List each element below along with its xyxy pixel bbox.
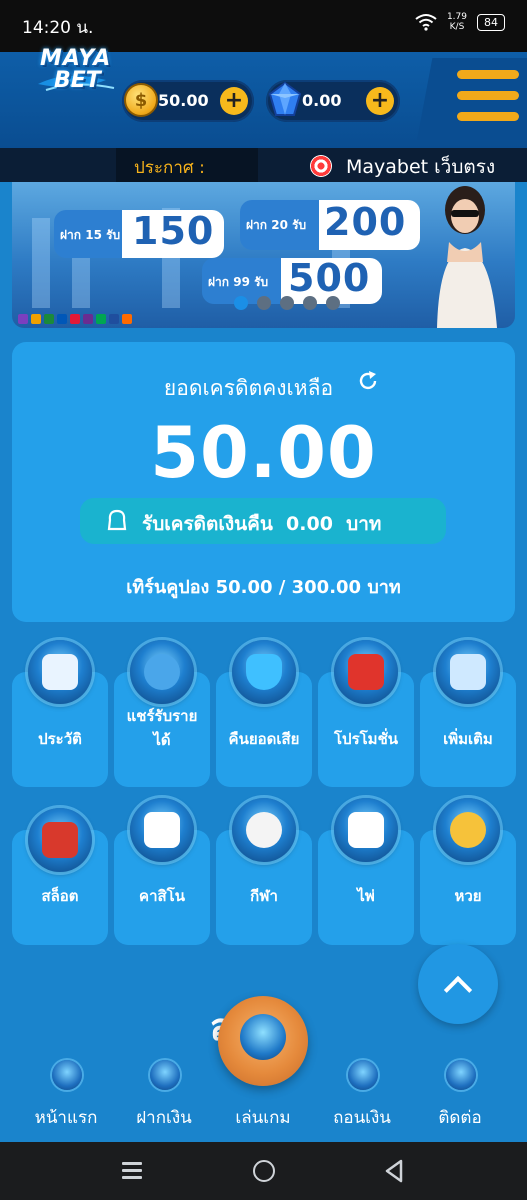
- gem-balance-pill[interactable]: 0.00 +: [266, 80, 400, 122]
- menu-tile-label: สล็อต: [41, 887, 79, 905]
- network-speed-value: 1.79: [446, 12, 467, 22]
- offer-bonus-value: 500: [288, 256, 371, 300]
- gem-balance-value: 0.00: [302, 91, 342, 110]
- target-icon: [310, 155, 332, 177]
- credit-title: ยอดเครดิตคงเหลือ: [163, 376, 334, 400]
- coupon-turnover: เทิร์นคูปอง 50.00 / 300.00 บาท: [126, 577, 401, 598]
- menu-tile-label-line2: ได้: [153, 731, 171, 749]
- hamburger-menu-icon[interactable]: [457, 70, 519, 122]
- network-speed: 1.79 K/S: [447, 12, 467, 32]
- status-right: 1.79 K/S 84: [415, 12, 505, 32]
- offer-deposit-label: ฝาก 20 รับ: [246, 218, 307, 232]
- offer-200: ฝาก 20 รับ 200: [240, 200, 420, 250]
- logo-text-bet: BET: [54, 68, 101, 93]
- play-game-icon[interactable]: [218, 996, 308, 1086]
- cashback-label: รับเครดิตเงินคืน: [142, 513, 273, 535]
- share-income-icon: [130, 640, 194, 704]
- recent-apps-icon[interactable]: [122, 1162, 142, 1180]
- cashback-unit: บาท: [346, 513, 382, 535]
- battery-indicator: 84: [477, 13, 505, 31]
- announcement-text: Mayabet เว็บตรง: [346, 156, 496, 178]
- system-nav-bar: [0, 1142, 527, 1200]
- offer-deposit-label: ฝาก 99 รับ: [208, 275, 269, 289]
- menu-tile-label: กีฬา: [250, 887, 278, 905]
- nav-withdraw[interactable]: ถอนเงิน: [312, 1046, 412, 1142]
- add-gem-button[interactable]: +: [366, 87, 394, 115]
- coin-balance-pill[interactable]: $ 50.00 +: [122, 80, 254, 122]
- sports-ball-icon: [232, 798, 296, 862]
- pagination-dot[interactable]: [234, 296, 248, 310]
- pagination-dot[interactable]: [303, 296, 317, 310]
- menu-tile-label: หวย: [454, 887, 482, 905]
- nav-deposit[interactable]: ฝากเงิน: [114, 1046, 214, 1142]
- banner-model-image: [437, 186, 497, 328]
- wifi-icon: [415, 14, 437, 31]
- pagination-dot[interactable]: [280, 296, 294, 310]
- more-plus-icon: [436, 640, 500, 704]
- nav-home[interactable]: หน้าแรก: [16, 1046, 116, 1142]
- lottery-balls-icon: [436, 798, 500, 862]
- casino-cards-icon: [130, 798, 194, 862]
- deposit-icon: [150, 1060, 180, 1090]
- offer-bonus-value: 200: [324, 200, 407, 244]
- slot-machine-icon: [28, 808, 92, 872]
- offer-150: ฝาก 15 รับ 150: [54, 209, 224, 258]
- banner-building: [32, 218, 50, 308]
- nav-label: หน้าแรก: [34, 1108, 98, 1128]
- offer-bonus-value: 150: [132, 209, 215, 253]
- add-coin-button[interactable]: +: [220, 87, 248, 115]
- system-home-icon[interactable]: [253, 1160, 275, 1182]
- home-icon: [52, 1060, 82, 1090]
- nav-label: ถอนเงิน: [333, 1108, 391, 1128]
- nav-label: ติดต่อ: [438, 1108, 482, 1128]
- menu-tile-label: เพิ่มเติม: [443, 730, 493, 748]
- cashback-value: 0.00: [286, 513, 333, 535]
- refresh-icon[interactable]: [357, 370, 379, 392]
- payment-logos: [18, 314, 132, 324]
- status-time: 14:20 น.: [22, 18, 94, 38]
- scroll-to-top-button[interactable]: [418, 944, 498, 1024]
- credit-balance-card: ยอดเครดิตคงเหลือ 50.00 รับเครดิตเงินคืน …: [12, 342, 515, 622]
- credit-amount: 50.00: [150, 412, 377, 494]
- play-game-icon-inner: [240, 1014, 286, 1060]
- nav-label: ฝากเงิน: [136, 1108, 192, 1128]
- coin-icon: $: [124, 83, 158, 117]
- announcement-bar: ประกาศ : Mayabet เว็บตรง: [0, 148, 527, 182]
- gem-icon: [268, 82, 302, 116]
- mayabet-logo[interactable]: MAYA BET: [36, 40, 118, 98]
- network-speed-unit: K/S: [449, 22, 465, 32]
- chevron-up-icon: [443, 975, 473, 1005]
- menu-tile-label: คืนยอดเสีย: [228, 730, 300, 748]
- cashback-button[interactable]: รับเครดิตเงินคืน 0.00 บาท: [80, 498, 446, 544]
- contact-icon: [446, 1060, 476, 1090]
- promo-banner[interactable]: ฝาก 15 รับ 150 ฝาก 20 รับ 200 ฝาก 99 รับ…: [12, 182, 515, 328]
- promotion-gift-icon: [334, 640, 398, 704]
- cashback-text: รับเครดิตเงินคืน 0.00 บาท: [142, 509, 381, 539]
- menu-tile-label: คาสิโน: [139, 887, 185, 905]
- menu-tile-label: แชร์รับราย: [126, 707, 198, 725]
- pagination-dot[interactable]: [257, 296, 271, 310]
- menu-tile-label: ประวัติ: [38, 730, 82, 748]
- offer-deposit-label: ฝาก 15 รับ: [60, 228, 121, 242]
- cashback-shield-icon: [232, 640, 296, 704]
- nav-contact[interactable]: ติดต่อ: [410, 1046, 510, 1142]
- pagination-dot[interactable]: [326, 296, 340, 310]
- announcement-label: ประกาศ :: [134, 158, 205, 178]
- menu-tile-label: โปรโมชั่น: [333, 730, 398, 748]
- withdraw-icon: [348, 1060, 378, 1090]
- playing-cards-icon: [334, 798, 398, 862]
- nav-label: เล่นเกม: [235, 1108, 291, 1128]
- coin-balance-value: 50.00: [158, 91, 209, 110]
- system-back-icon[interactable]: [384, 1159, 404, 1183]
- menu-tile-label: ไพ่: [357, 887, 375, 905]
- banner-pagination[interactable]: [234, 296, 340, 310]
- history-profile-icon: [28, 640, 92, 704]
- bell-icon: [107, 509, 127, 531]
